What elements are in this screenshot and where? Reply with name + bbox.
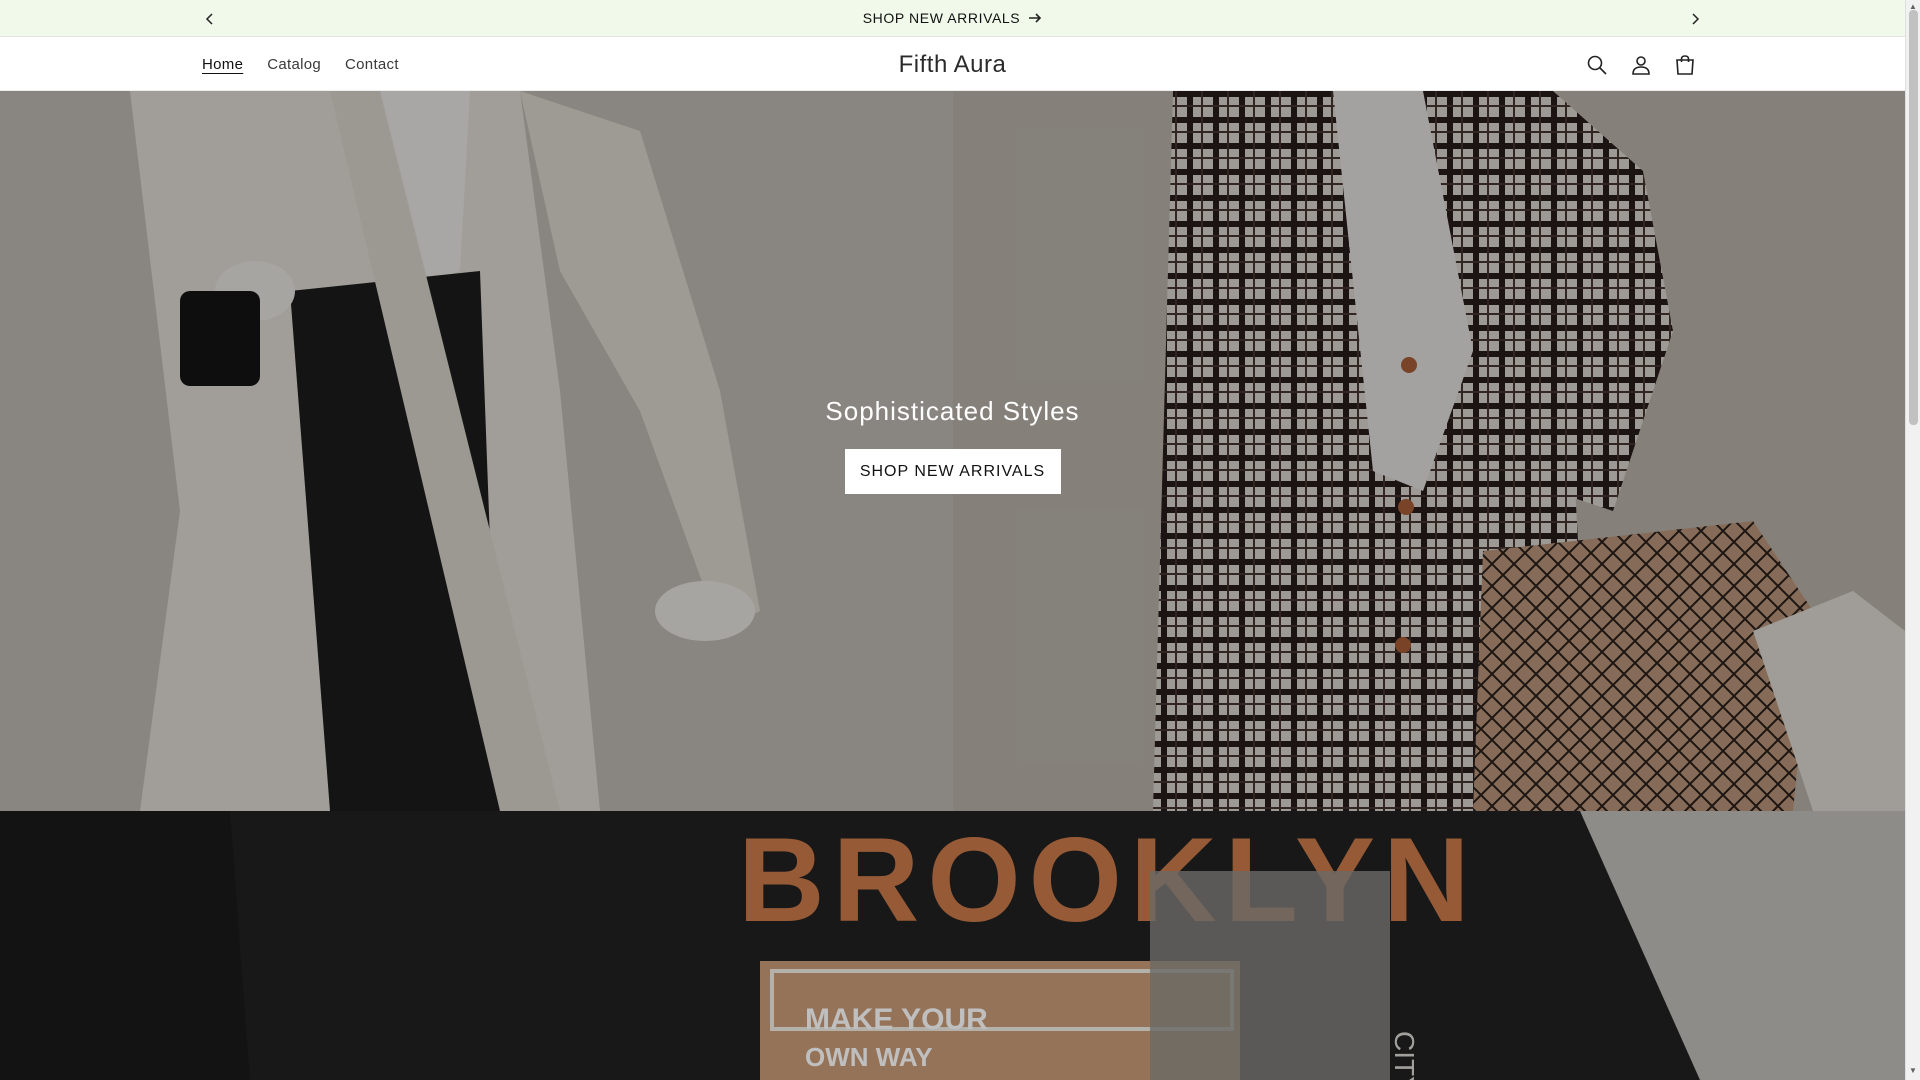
nav-catalog[interactable]: Catalog — [255, 56, 333, 73]
secondary-banner: BROOKLYN MAKE YOUR OWN WAY CITY — [0, 811, 1905, 1080]
announcement-link[interactable]: SHOP NEW ARRIVALS — [863, 10, 1043, 26]
nav-home[interactable]: Home — [190, 56, 255, 73]
announcement-next-button[interactable] — [1675, 0, 1715, 37]
hero-content: Sophisticated Styles SHOP NEW ARRIVALS — [0, 396, 1905, 494]
account-icon — [1632, 55, 1650, 75]
shop-new-arrivals-button[interactable]: SHOP NEW ARRIVALS — [844, 449, 1061, 494]
header-icons — [1575, 38, 1707, 91]
scroll-down-arrow-icon[interactable]: ▼ — [1909, 1066, 1917, 1075]
scrollbar-thumb[interactable] — [1909, 10, 1918, 425]
announcement-bar: SHOP NEW ARRIVALS — [0, 0, 1905, 37]
main-nav: Home Catalog Contact — [190, 38, 411, 91]
hero-heading: Sophisticated Styles — [825, 396, 1080, 426]
cart-icon — [1676, 54, 1694, 75]
hero-banner: Sophisticated Styles SHOP NEW ARRIVALS — [0, 91, 1905, 811]
announcement-text: SHOP NEW ARRIVALS — [862, 10, 1021, 26]
cart-button[interactable] — [1663, 43, 1707, 87]
search-button[interactable] — [1575, 43, 1619, 87]
announcement-previous-button[interactable] — [190, 0, 230, 37]
page-scrollbar[interactable]: ▲ ▼ — [1905, 0, 1920, 1080]
search-icon — [1587, 55, 1607, 75]
arrow-right-icon — [1029, 13, 1042, 23]
account-button[interactable] — [1619, 43, 1663, 87]
nav-contact[interactable]: Contact — [333, 56, 411, 73]
chevron-left-icon — [205, 12, 213, 25]
site-header: Home Catalog Contact Fifth Aura — [0, 38, 1905, 91]
chevron-right-icon — [1692, 12, 1700, 25]
secondary-banner-overlay — [0, 811, 1905, 1080]
brand-logo-text[interactable]: Fifth Aura — [899, 51, 1007, 79]
